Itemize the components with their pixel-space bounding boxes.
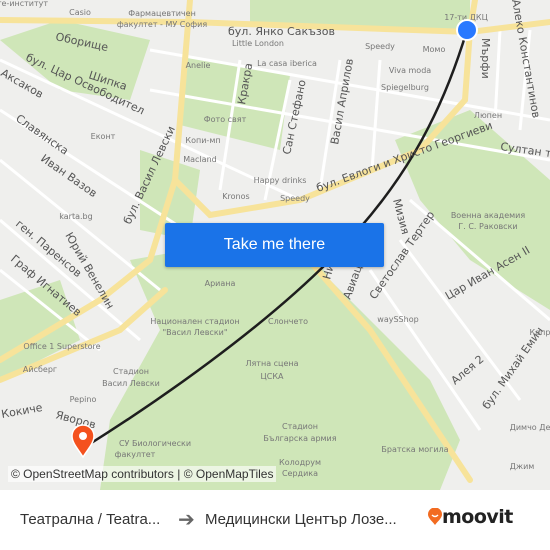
poi-label: Лятна сцена bbox=[245, 359, 298, 368]
poi-label: Васил Левски bbox=[102, 379, 160, 388]
poi-label: Сердика bbox=[282, 469, 318, 478]
street-label: бул. Янко Сакъзов bbox=[228, 25, 335, 38]
poi-label: Еконт bbox=[91, 132, 116, 141]
poi-label: waySShop bbox=[377, 315, 418, 324]
poi-label: Копи-мп bbox=[185, 136, 220, 145]
poi-label: Spiegelburg bbox=[381, 83, 429, 92]
street-label: Мърфи bbox=[479, 38, 492, 79]
poi-label: Стадион bbox=[282, 422, 318, 431]
street-label: бул. Михай Емин bbox=[480, 324, 547, 411]
poi-label: оте-институт bbox=[0, 0, 48, 8]
map-attribution[interactable]: © OpenStreetMap contributors | © OpenMap… bbox=[8, 466, 277, 482]
moovit-pin-icon bbox=[428, 508, 442, 525]
poi-label: "Васил Левски" bbox=[162, 328, 227, 337]
street-label: Иван Вазов bbox=[38, 152, 99, 200]
poi-label: Macland bbox=[183, 155, 216, 164]
poi-label: Колодрум bbox=[279, 458, 321, 467]
arrow-right-icon: ➔ bbox=[178, 507, 195, 531]
origin-marker-icon[interactable] bbox=[456, 19, 478, 41]
moovit-logo: moovit bbox=[428, 506, 513, 528]
destination-stop-name: Медицински Център Лозе... bbox=[205, 511, 397, 528]
poi-label: Anelie bbox=[186, 61, 211, 70]
poi-label: Национален стадион bbox=[150, 317, 239, 326]
poi-label: Фото свят bbox=[204, 115, 247, 124]
map[interactable]: бул. Янко Сакъзов Оборище Шипка бул. Цар… bbox=[0, 0, 550, 490]
poi-label: Димчо Де bbox=[510, 423, 550, 432]
poi-label: Люпен bbox=[474, 111, 502, 120]
poi-label: Братска могила bbox=[381, 445, 448, 454]
poi-label: СУ Биологически bbox=[119, 439, 191, 448]
poi-label: Kronos bbox=[222, 192, 249, 201]
poi-label: Г. С. Раковски bbox=[458, 222, 517, 231]
street-label: Алеко Константинов bbox=[509, 0, 543, 119]
street-label: Авиац bbox=[341, 263, 365, 301]
poi-label: Viva moda bbox=[389, 66, 431, 75]
street-label: Кокиче bbox=[0, 401, 43, 421]
poi-label: Капр bbox=[530, 328, 550, 337]
poi-label: Happy drinks bbox=[254, 176, 307, 185]
poi-label: Слончето bbox=[268, 317, 308, 326]
poi-label: ЦСКА bbox=[261, 372, 284, 381]
poi-label: Office 1 Superstore bbox=[23, 342, 100, 351]
poi-label: karta.bg bbox=[59, 212, 92, 221]
destination-pin-icon[interactable] bbox=[71, 424, 95, 459]
street-label: Славянска bbox=[13, 112, 71, 158]
poi-label: Джим bbox=[510, 462, 535, 471]
poi-label: Българска армия bbox=[263, 434, 336, 443]
poi-label: Стадион bbox=[113, 367, 149, 376]
poi-label: Военна академия bbox=[451, 211, 526, 220]
take-me-there-button[interactable]: Take me there bbox=[165, 223, 384, 267]
poi-label: Фармацевтичен bbox=[128, 9, 196, 18]
moovit-wordmark: moovit bbox=[442, 506, 513, 528]
origin-stop-name: Театрална / Teatra... bbox=[20, 511, 161, 528]
poi-label: факултет - МУ София bbox=[117, 20, 207, 29]
poi-label: Момо bbox=[423, 45, 446, 54]
poi-label: Speedy bbox=[280, 194, 310, 203]
poi-label: Айсберг bbox=[23, 365, 57, 374]
poi-label: La casa iberica bbox=[257, 59, 317, 68]
poi-label: Ариана bbox=[205, 279, 236, 288]
poi-label: Pepino bbox=[70, 395, 97, 404]
street-label: Мизия bbox=[390, 197, 412, 235]
street-label: Алея 2 bbox=[449, 353, 487, 388]
poi-label: Speedy bbox=[365, 42, 395, 51]
poi-label: факултет bbox=[115, 450, 156, 459]
poi-label: Casio bbox=[69, 8, 91, 17]
poi-label: Little London bbox=[232, 39, 284, 48]
route-footer: Театрална / Teatra... ➔ Медицински Центъ… bbox=[0, 490, 550, 550]
